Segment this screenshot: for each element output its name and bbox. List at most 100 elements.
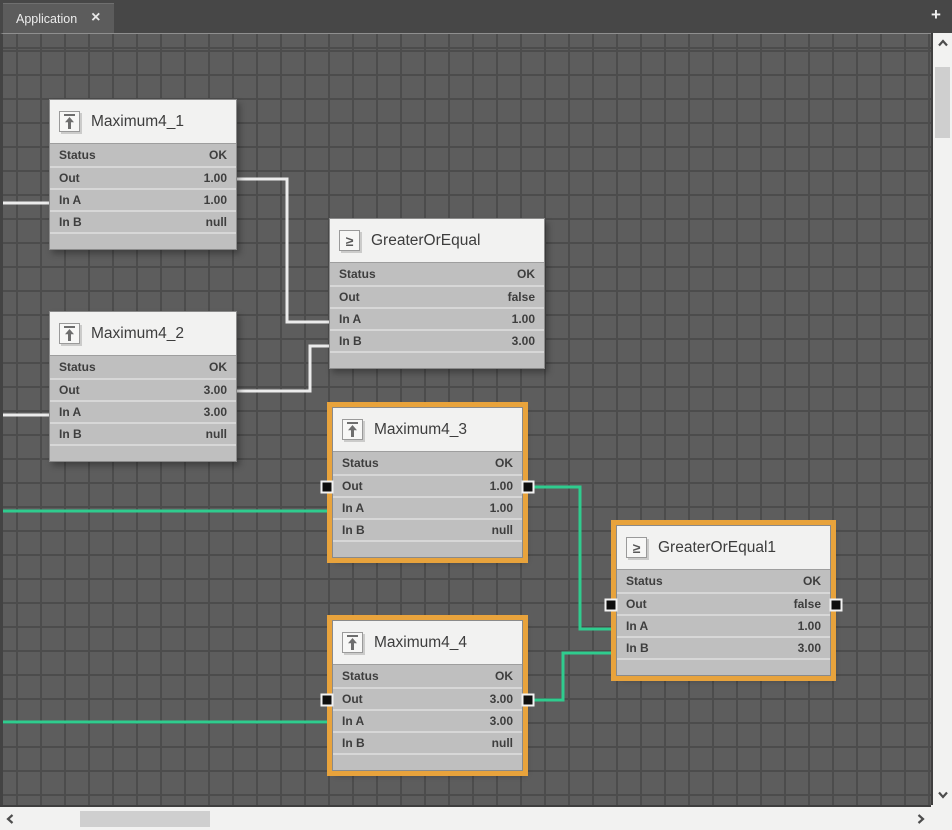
node-maximum4_4[interactable]: Maximum4_4StatusOKOut3.00In A3.00In Bnul… — [332, 620, 523, 771]
greater-or-equal-icon: ≥ — [339, 230, 360, 251]
row-label: In B — [59, 427, 82, 441]
chevron-left-icon — [6, 813, 14, 825]
port-maximum4_3-right[interactable] — [522, 481, 535, 494]
node-header[interactable]: ≥ GreaterOrEqual1 — [617, 526, 830, 570]
row-value: 1.00 — [204, 171, 227, 185]
port-maximum4_4-right[interactable] — [522, 694, 535, 707]
node-header[interactable]: ≥ GreaterOrEqual — [330, 219, 544, 263]
row-value: 1.00 — [204, 193, 227, 207]
node-row-in-a: In A1.00 — [330, 307, 544, 329]
port-greaterorequal1-right[interactable] — [830, 599, 843, 612]
node-row-status: StatusOK — [617, 570, 830, 592]
scrollbar-corner — [931, 805, 952, 830]
node-row-out: Out false — [330, 285, 544, 307]
row-value: OK — [209, 148, 227, 162]
row-label: In A — [342, 714, 364, 728]
node-row-in-b: In B null — [50, 210, 236, 232]
tab-close-icon[interactable]: × — [91, 10, 100, 26]
row-label: In B — [342, 523, 365, 537]
scroll-left-button[interactable] — [0, 807, 20, 830]
horizontal-scroll-thumb[interactable] — [80, 811, 210, 827]
node-header[interactable]: Maximum4_4 — [333, 621, 522, 665]
tab-application[interactable]: Application × — [3, 3, 114, 33]
port-greaterorequal1-left[interactable] — [605, 599, 618, 612]
new-tab-button[interactable]: + — [927, 4, 945, 26]
vertical-scroll-thumb[interactable] — [935, 67, 950, 138]
row-value: OK — [803, 574, 821, 588]
node-row-in-b: In B 3.00 — [617, 636, 830, 658]
node-title: Maximum4_3 — [374, 421, 467, 439]
row-label: In B — [342, 736, 365, 750]
row-value: 3.00 — [490, 692, 513, 706]
node-footer — [50, 444, 236, 461]
row-label: Status — [342, 456, 379, 470]
node-maximum4_3[interactable]: Maximum4_3StatusOKOut1.00In A1.00In Bnul… — [332, 407, 523, 558]
node-row-status: StatusOK — [333, 452, 522, 474]
scroll-up-button[interactable] — [933, 33, 952, 53]
node-title: Maximum4_2 — [91, 325, 184, 343]
node-header[interactable]: Maximum4_2 — [50, 312, 236, 356]
row-label: Out — [342, 692, 363, 706]
node-greaterorequal1[interactable]: ≥GreaterOrEqual1StatusOKOutfalseIn A1.00… — [616, 525, 831, 676]
row-value: OK — [517, 267, 535, 281]
row-label: In B — [59, 215, 82, 229]
maximum-icon — [59, 111, 80, 132]
node-greaterorequal[interactable]: ≥ GreaterOrEqual Status OK Out false In A1.00 I… — [329, 218, 545, 369]
row-value: false — [508, 290, 535, 304]
node-row-in-a: In A1.00 — [617, 614, 830, 636]
row-label: In A — [59, 405, 81, 419]
row-label: Status — [342, 669, 379, 683]
node-title: Maximum4_1 — [91, 113, 184, 131]
node-row-out: Out1.00 — [50, 166, 236, 188]
node-title: Maximum4_4 — [374, 634, 467, 652]
scroll-right-button[interactable] — [911, 807, 931, 830]
row-label: In B — [339, 334, 362, 348]
node-row-status: StatusOK — [333, 665, 522, 687]
row-value: null — [206, 215, 227, 229]
port-maximum4_4-left[interactable] — [321, 694, 334, 707]
node-title: GreaterOrEqual1 — [658, 539, 776, 557]
row-value: 1.00 — [490, 479, 513, 493]
row-value: false — [794, 597, 821, 611]
row-label: Out — [342, 479, 363, 493]
node-row-in-b: In Bnull — [50, 422, 236, 444]
node-maximum4_1[interactable]: Maximum4_1 Status OK Out1.00In A1.00 In B nul… — [49, 99, 237, 250]
node-row-status: Status OK — [330, 263, 544, 285]
node-row-status: Status OK — [50, 144, 236, 166]
node-row-out: Out 1.00 — [333, 474, 522, 496]
node-row-in-a: In A3.00 — [50, 400, 236, 422]
node-footer — [50, 232, 236, 249]
chevron-up-icon — [937, 39, 949, 47]
node-row-in-b: In B null — [333, 518, 522, 540]
row-label: Status — [59, 148, 96, 162]
node-row-in-a: In A1.00 — [50, 188, 236, 210]
greater-or-equal-icon: ≥ — [626, 537, 647, 558]
row-label: Status — [59, 360, 96, 374]
row-label: Status — [339, 267, 376, 281]
node-footer — [617, 658, 830, 675]
row-value: null — [492, 736, 513, 750]
node-title: GreaterOrEqual — [371, 232, 480, 250]
node-footer — [333, 540, 522, 557]
row-value: 3.00 — [512, 334, 535, 348]
row-label: In B — [626, 641, 649, 655]
node-row-in-a: In A1.00 — [333, 496, 522, 518]
row-label: Out — [59, 383, 80, 397]
node-header[interactable]: Maximum4_1 — [50, 100, 236, 144]
port-maximum4_3-left[interactable] — [321, 481, 334, 494]
row-value: 1.00 — [490, 501, 513, 515]
row-value: 3.00 — [798, 641, 821, 655]
row-value: 3.00 — [204, 383, 227, 397]
scroll-down-button[interactable] — [933, 785, 952, 805]
chevron-right-icon — [917, 813, 925, 825]
row-label: Out — [339, 290, 360, 304]
node-row-in-b: In B null — [333, 731, 522, 753]
node-footer — [330, 351, 544, 368]
row-value: OK — [209, 360, 227, 374]
horizontal-scrollbar[interactable] — [0, 805, 931, 830]
node-maximum4_2[interactable]: Maximum4_2 Status OK Out 3.00 In A3.00In Bnul… — [49, 311, 237, 462]
row-value: null — [492, 523, 513, 537]
row-label: In A — [626, 619, 648, 633]
vertical-scrollbar[interactable] — [931, 33, 952, 805]
node-header[interactable]: Maximum4_3 — [333, 408, 522, 452]
